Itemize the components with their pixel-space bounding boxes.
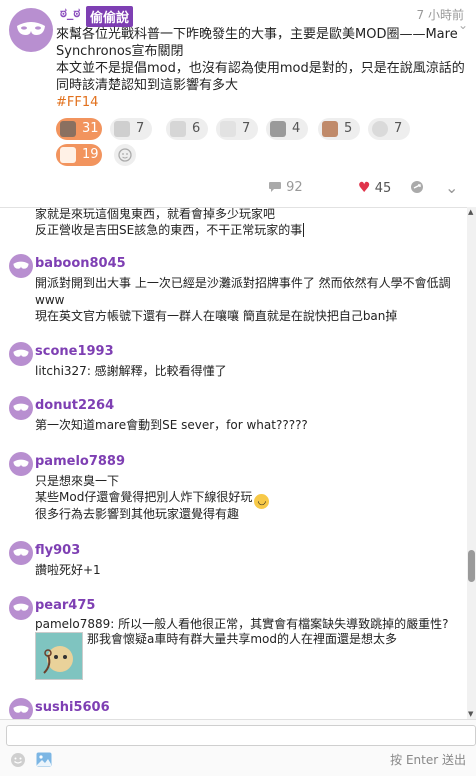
sticker-icon [220, 121, 236, 137]
send-hint: 按 Enter 送出 [390, 753, 466, 767]
comment-count[interactable]: 92 [268, 180, 303, 195]
share-button[interactable] [410, 180, 424, 194]
comment-text: litchi327: 感謝解釋，比較看得懂了 [35, 364, 227, 378]
reaction-1[interactable]: 31 [56, 118, 102, 140]
reaction-count: 7 [136, 121, 145, 136]
post-avatar[interactable] [9, 8, 53, 52]
post-tag[interactable]: #FF14 [56, 94, 468, 111]
mask-icon [13, 261, 29, 269]
comment-text: 那我會懷疑a車時有群大量共享mod的人在裡面還是想太多 [87, 632, 398, 646]
reaction-count: 31 [82, 121, 99, 136]
comment-text: 開派對開到出大事 上一次已經是沙灘派對招牌事件了 然而依然有人學不會低調 [35, 276, 451, 290]
image-icon[interactable] [36, 752, 52, 767]
reaction-count: 6 [192, 121, 201, 136]
post-card: ಠ_ಠ 偷偷說 7 小時前 ⌄ 來幫各位光戰科普一下昨晚發生的大事，主要是歐美M… [0, 0, 476, 208]
sticker-icon [372, 121, 388, 137]
like-count[interactable]: ♥ 45 [358, 180, 391, 196]
comment-text: 第一次知道mare會動到SE sever，for what????? [35, 418, 308, 432]
comment-author[interactable]: pamelo7889 [35, 454, 125, 469]
grin-emoji-icon: ◡ [254, 494, 270, 509]
smiley-icon[interactable] [10, 752, 26, 768]
mask-icon [13, 603, 29, 611]
add-reaction-button[interactable] [114, 144, 136, 166]
comment-author[interactable]: pear475 [35, 598, 95, 613]
reaction-8[interactable]: 19 [56, 144, 102, 166]
chevron-down-icon: ⌄ [445, 178, 459, 197]
mask-icon [13, 349, 29, 357]
comment-text: 家就是來玩這個鬼東西，就看會掉多少玩家吧 [35, 207, 276, 221]
avatar[interactable] [9, 596, 33, 620]
reaction-count: 4 [292, 121, 301, 136]
comment-icon [269, 182, 281, 192]
mask-icon [13, 459, 29, 467]
sticker-icon [60, 121, 76, 137]
like-count-value: 45 [374, 181, 392, 196]
reaction-count: 7 [242, 121, 251, 136]
comment-author[interactable]: donut2264 [35, 398, 114, 413]
scrollbar-thumb[interactable] [468, 550, 475, 582]
sticker-image [35, 632, 83, 680]
board-badge[interactable]: 偷偷說 [86, 6, 134, 27]
comment-author[interactable]: scone1993 [35, 344, 114, 359]
reaction-3[interactable]: 6 [166, 118, 208, 140]
text-cursor [303, 223, 305, 237]
reaction-count: 7 [394, 121, 403, 136]
more-chevron[interactable]: ⌄ [445, 178, 458, 197]
avatar[interactable] [9, 342, 33, 366]
post-line: 同時該清楚認知到這影響有多大 [56, 78, 239, 93]
comment-author[interactable]: baboon8045 [35, 256, 126, 271]
mask-icon [13, 548, 29, 556]
sticker-icon [60, 147, 76, 163]
comment-text: 只是想來臭一下 [35, 474, 120, 488]
avatar[interactable] [9, 254, 33, 278]
comment-author[interactable]: fly903 [35, 543, 80, 558]
post-time: 7 小時前 [416, 8, 464, 22]
share-icon [411, 181, 423, 193]
comment-text: 讚啦死好+1 [35, 563, 101, 577]
mask-icon [13, 403, 29, 411]
avatar[interactable] [9, 452, 33, 476]
reaction-7[interactable]: 7 [368, 118, 410, 140]
reaction-5[interactable]: 4 [266, 118, 308, 140]
comment-count-value: 92 [286, 180, 303, 195]
comment-text: www [35, 293, 65, 307]
reaction-count: 5 [344, 121, 353, 136]
comment-text: 反正營收是吉田SE該急的東西，不干正常玩家的事 [35, 222, 305, 239]
reaction-6[interactable]: 5 [318, 118, 360, 140]
heart-icon: ♥ [358, 180, 371, 196]
avatar[interactable] [9, 541, 33, 565]
comment-composer: 按 Enter 送出 [0, 719, 476, 776]
comment-text-span: 某些Mod仔還會覺得把別人炸下線很好玩 [35, 490, 253, 504]
comment-input[interactable] [6, 725, 476, 746]
reaction-2[interactable]: 7 [110, 118, 152, 140]
add-reaction-icon [117, 147, 133, 163]
avatar[interactable] [9, 396, 33, 420]
comment-author[interactable]: sushi5606 [35, 700, 110, 715]
reaction-count: 19 [82, 147, 99, 162]
comment-text: 現在英文官方帳號下還有一群人在嚷嚷 簡直就是在說快把自己ban掉 [35, 309, 398, 323]
sticker-icon [270, 121, 286, 137]
post-author[interactable]: ಠ_ಠ [60, 6, 80, 21]
post-line: 來幫各位光戰科普一下昨晚發生的大事，主要是歐美MOD圈——Mare [56, 27, 458, 42]
comment-text-span: 反正營收是吉田SE該急的東西，不干正常玩家的事 [35, 223, 303, 237]
comment-text: 很多行為去影響到其他玩家還覺得有趣 [35, 507, 240, 521]
sticker-icon [322, 121, 338, 137]
sticker-icon [114, 121, 130, 137]
scroll-down-arrow-icon[interactable]: ▼ [468, 710, 473, 718]
scrollbar[interactable]: ▲ ▼ [467, 207, 476, 719]
reaction-4[interactable]: 7 [216, 118, 258, 140]
scroll-up-arrow-icon[interactable]: ▲ [468, 208, 473, 216]
post-line: Synchronos宣布關閉 [56, 44, 184, 59]
mask-icon [17, 22, 45, 35]
sticker-icon [170, 121, 186, 137]
post-body: 來幫各位光戰科普一下昨晚發生的大事，主要是歐美MOD圈——Mare Synchr… [56, 26, 468, 111]
post-line: 本文並不是提倡mod，也沒有認為使用mod是對的，只是在說風涼話的 [56, 61, 465, 76]
